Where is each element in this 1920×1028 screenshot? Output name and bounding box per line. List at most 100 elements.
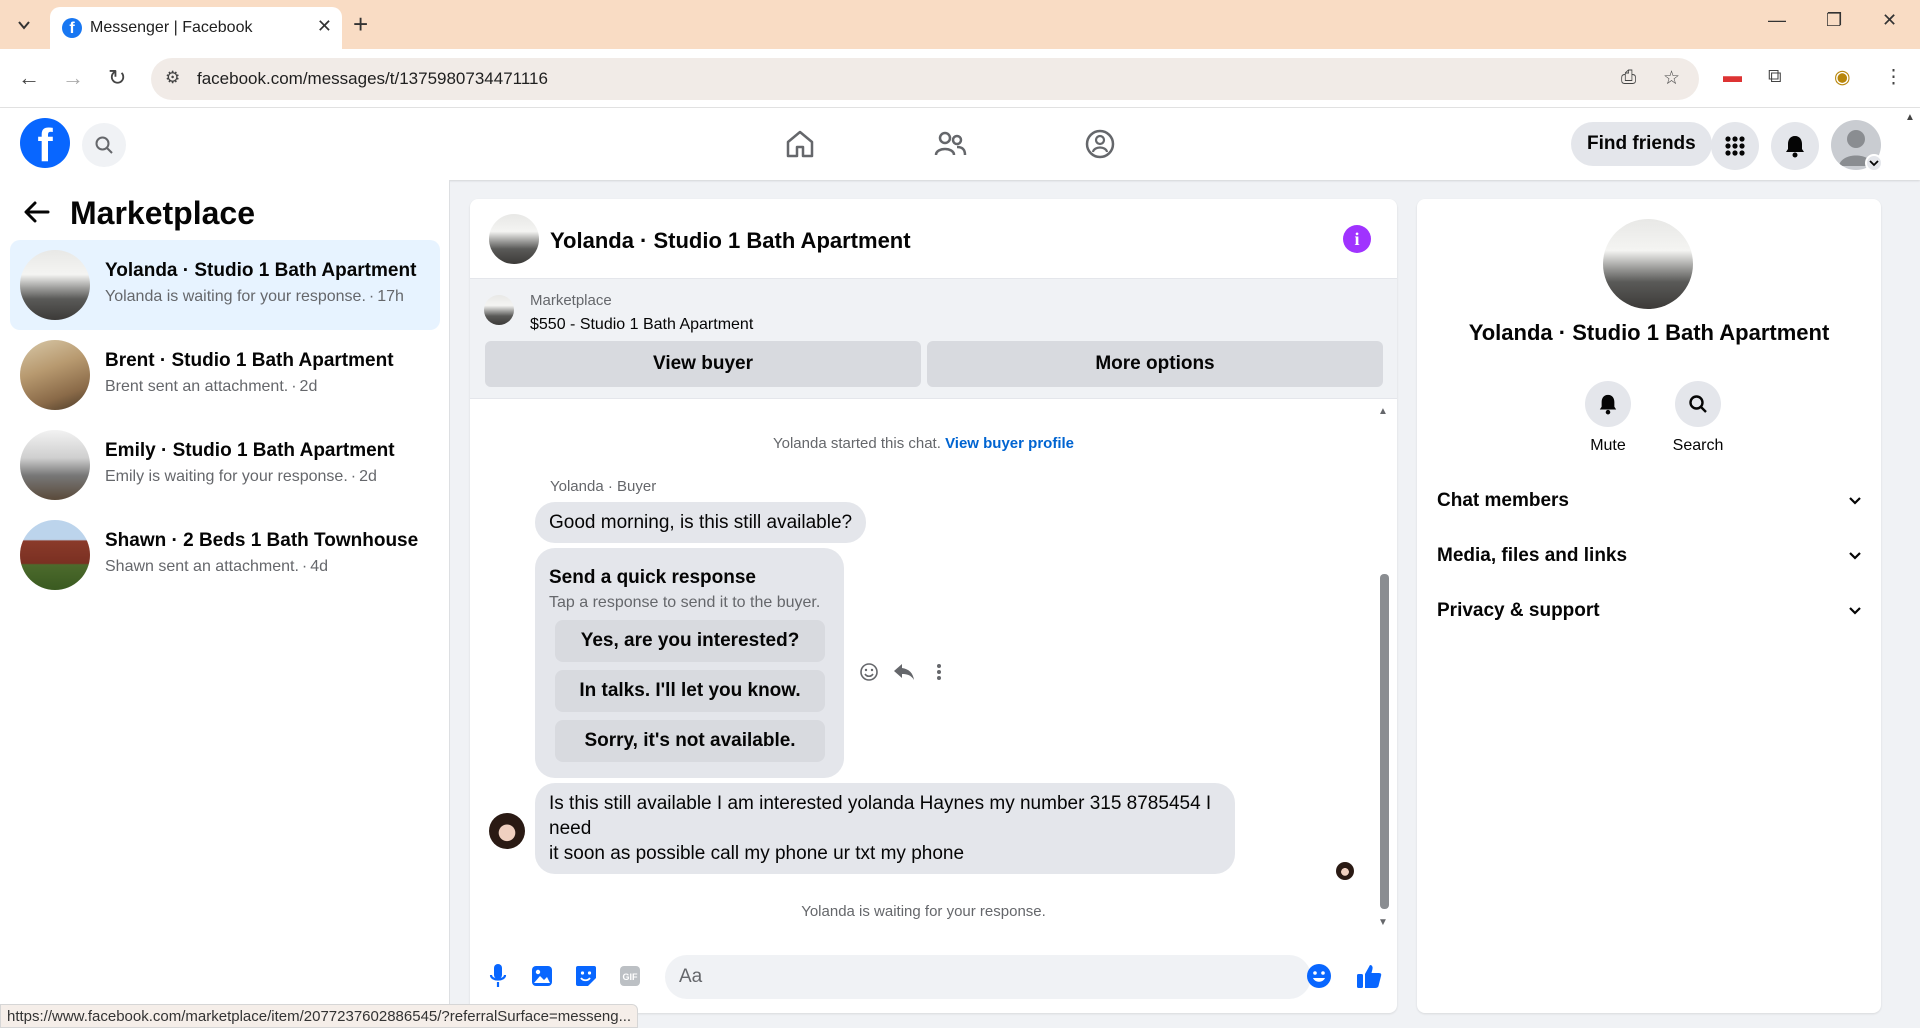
sender-avatar[interactable] — [489, 813, 525, 849]
like-thumbs-up-icon[interactable] — [1355, 962, 1383, 990]
chevron-down-icon — [18, 21, 30, 30]
listing-thumbnail — [20, 520, 90, 590]
new-tab-icon[interactable]: + — [353, 9, 368, 40]
address-toolbar: ← → ↻ ⚙ facebook.com/messages/t/13759807… — [0, 49, 1920, 108]
quick-response-option[interactable]: Yes, are you interested? — [555, 620, 825, 662]
minimize-icon[interactable]: — — [1768, 10, 1786, 31]
chevron-down-icon — [1849, 607, 1861, 615]
tab-title: Messenger | Facebook — [90, 19, 253, 36]
microphone-icon[interactable] — [484, 962, 512, 990]
close-tab-icon[interactable]: ✕ — [317, 16, 332, 37]
window-close-icon[interactable]: ✕ — [1882, 10, 1897, 31]
friends-nav[interactable] — [930, 126, 970, 162]
privacy-support-section[interactable]: Privacy & support — [1437, 589, 1861, 633]
chat-scrollbar[interactable] — [1380, 574, 1389, 909]
sidebar-title: Marketplace — [70, 195, 255, 231]
restore-icon[interactable]: ❐ — [1826, 10, 1842, 31]
sticker-icon[interactable] — [572, 962, 600, 990]
bookmark-star-icon[interactable]: ☆ — [1663, 67, 1680, 90]
notifications-button[interactable] — [1771, 122, 1819, 170]
listing-thumbnail[interactable] — [484, 295, 514, 325]
install-app-icon[interactable]: ⎙ — [1621, 67, 1636, 89]
groups-icon — [1085, 129, 1115, 159]
more-actions-icon[interactable] — [927, 660, 951, 684]
waiting-notice: Yolanda is waiting for your response. — [801, 903, 1046, 920]
chat-avatar[interactable] — [489, 214, 539, 264]
conversation-name: Emily · Studio 1 Bath Apartment — [105, 440, 395, 461]
facebook-logo-icon[interactable]: f — [20, 118, 70, 168]
emoji-icon[interactable] — [1305, 962, 1333, 990]
conversation-name: Brent · Studio 1 Bath Apartment — [105, 350, 394, 371]
more-options-button[interactable]: More options — [927, 341, 1383, 387]
search-conversation-button[interactable]: Search — [1658, 381, 1738, 455]
quick-response-option[interactable]: In talks. I'll let you know. — [555, 670, 825, 712]
chat-header: Yolanda · Studio 1 Bath Apartment i — [470, 199, 1397, 279]
conversation-item-brent[interactable]: Brent · Studio 1 Bath Apartment Brent se… — [10, 330, 440, 420]
sender-label: Yolanda · Buyer — [550, 478, 657, 495]
menu-button[interactable] — [1711, 122, 1759, 170]
home-icon — [786, 130, 814, 158]
home-nav[interactable] — [780, 126, 820, 162]
site-info-icon[interactable]: ⚙ — [165, 68, 180, 88]
extensions-puzzle-icon[interactable]: ⧉ — [1768, 66, 1782, 88]
listing-thumbnail — [20, 340, 90, 410]
address-bar[interactable]: ⚙ facebook.com/messages/t/13759807344711… — [151, 58, 1699, 100]
info-icon[interactable]: i — [1343, 225, 1371, 253]
search-button[interactable] — [82, 123, 126, 167]
scroll-up-arrow-icon[interactable]: ▲ — [1378, 406, 1388, 417]
details-avatar[interactable] — [1603, 219, 1693, 309]
message-bubble[interactable]: Is this still available I am interested … — [535, 783, 1235, 874]
chat-members-section[interactable]: Chat members — [1437, 479, 1861, 523]
find-friends-button[interactable]: Find friends — [1571, 122, 1712, 166]
quick-response-option[interactable]: Sorry, it's not available. — [555, 720, 825, 762]
reload-icon[interactable]: ↻ — [108, 65, 126, 91]
marketplace-listing-box: Marketplace $550 - Studio 1 Bath Apartme… — [470, 279, 1397, 399]
search-label: Search — [1672, 437, 1724, 454]
view-buyer-button[interactable]: View buyer — [485, 341, 921, 387]
mute-button[interactable]: Mute — [1568, 381, 1648, 455]
marketplace-label: Marketplace — [530, 292, 612, 309]
facebook-header: f Find friends — [0, 108, 1920, 180]
mute-label: Mute — [1590, 437, 1626, 454]
react-emoji-icon[interactable] — [857, 660, 881, 684]
groups-nav[interactable] — [1080, 126, 1120, 162]
chevron-down-icon — [1849, 497, 1861, 505]
forward-arrow-icon[interactable]: → — [62, 65, 84, 91]
account-chevron-icon[interactable] — [1865, 154, 1883, 172]
image-attach-icon[interactable] — [528, 962, 556, 990]
quick-response-heading: Send a quick response — [549, 567, 756, 588]
media-files-links-section[interactable]: Media, files and links — [1437, 534, 1861, 578]
search-icon — [95, 136, 113, 154]
grid-menu-icon — [1725, 136, 1745, 156]
scroll-down-arrow-icon[interactable]: ▼ — [1378, 917, 1388, 928]
view-buyer-profile-link[interactable]: View buyer profile — [945, 435, 1074, 452]
quick-response-card: Send a quick response Tap a response to … — [535, 548, 844, 778]
message-composer: GIF — [470, 939, 1397, 1013]
extension-icon[interactable]: ▬ — [1723, 66, 1742, 88]
gif-icon[interactable]: GIF — [616, 962, 644, 990]
tab-search-button[interactable] — [10, 11, 38, 39]
chevron-down-icon — [1849, 552, 1861, 560]
marketplace-sidebar: Marketplace Yolanda · Studio 1 Bath Apar… — [0, 180, 450, 1028]
listing-title[interactable]: $550 - Studio 1 Bath Apartment — [530, 316, 753, 334]
browser-tab-bar: f Messenger | Facebook ✕ + — ❐ ✕ — [0, 0, 1920, 49]
conversation-item-yolanda[interactable]: Yolanda · Studio 1 Bath Apartment Yoland… — [10, 240, 440, 330]
conversation-preview: Emily is waiting for your response. · 2d — [105, 468, 377, 485]
conversation-item-emily[interactable]: Emily · Studio 1 Bath Apartment Emily is… — [10, 420, 440, 510]
chat-started-notice: Yolanda started this chat. View buyer pr… — [772, 435, 1074, 452]
facebook-favicon-icon: f — [62, 18, 82, 38]
message-bubble[interactable]: Good morning, is this still available? — [535, 502, 867, 543]
chat-title[interactable]: Yolanda · Studio 1 Bath Apartment — [550, 228, 911, 254]
back-arrow-icon[interactable]: ← — [18, 65, 40, 91]
profile-icon[interactable]: ◉ — [1834, 66, 1851, 89]
message-input[interactable] — [665, 955, 1311, 999]
back-arrow-icon[interactable] — [24, 198, 50, 230]
page-scroll-up-icon[interactable]: ▲ — [1905, 112, 1915, 123]
reply-icon[interactable] — [892, 660, 916, 684]
browser-menu-icon[interactable]: ⋮ — [1884, 66, 1903, 89]
url-text[interactable]: facebook.com/messages/t/1375980734471116 — [197, 69, 548, 89]
browser-tab[interactable]: f Messenger | Facebook ✕ — [50, 7, 342, 49]
listing-thumbnail — [20, 430, 90, 500]
conversation-name: Shawn · 2 Beds 1 Bath Townhouse — [105, 530, 419, 551]
conversation-item-shawn[interactable]: Shawn · 2 Beds 1 Bath Townhouse Shawn se… — [10, 510, 440, 600]
